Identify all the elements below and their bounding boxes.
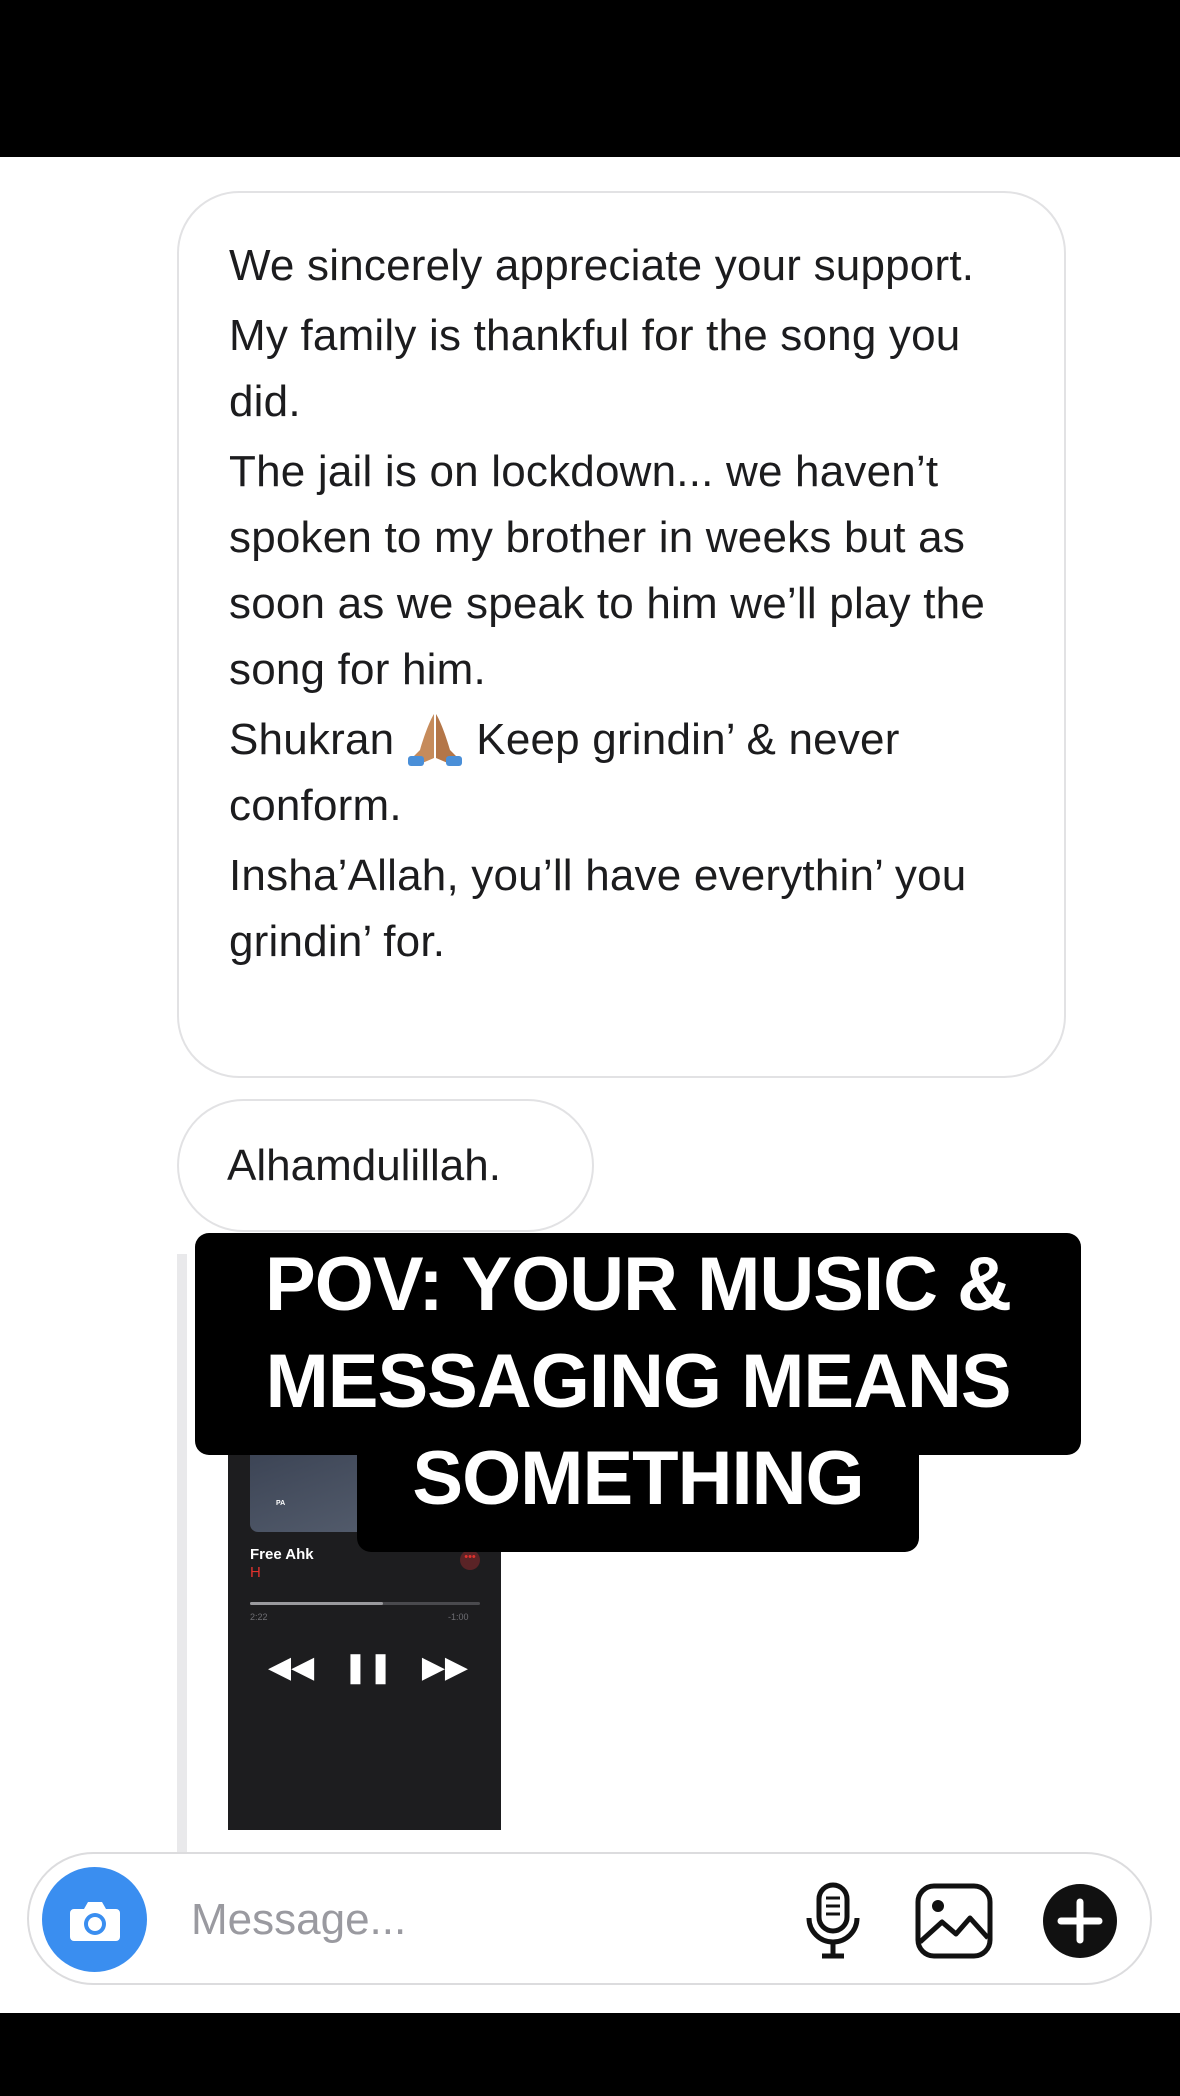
message-line: We sincerely appreciate your support. bbox=[229, 241, 975, 290]
message-bubble[interactable]: We sincerely appreciate your support. My… bbox=[177, 191, 1066, 1078]
album-art: STREET GOSPEL PA bbox=[250, 1310, 480, 1532]
camera-button[interactable] bbox=[42, 1867, 147, 1972]
chat-thread[interactable]: We sincerely appreciate your support. My… bbox=[0, 157, 1180, 2013]
cross-icon bbox=[301, 1360, 323, 1396]
playback-progress bbox=[250, 1602, 480, 1605]
album-art-text: STREET GOSPEL bbox=[280, 1418, 416, 1429]
plus-icon[interactable] bbox=[1041, 1882, 1119, 1960]
folded-hands-emoji-icon bbox=[408, 714, 463, 766]
song-title: Free Ahk bbox=[250, 1546, 314, 1563]
parental-advisory-badge: PA bbox=[276, 1500, 286, 1507]
camera-icon bbox=[69, 1901, 120, 1941]
rewind-icon: ◀◀ bbox=[268, 1651, 315, 1684]
message-composer bbox=[27, 1852, 1152, 1985]
playback-controls: ◀◀ ❚❚ ▶▶ bbox=[268, 1650, 468, 1685]
message-text: Alhamdulillah. bbox=[227, 1140, 501, 1190]
fast-forward-icon: ▶▶ bbox=[421, 1651, 468, 1684]
shared-screenshot[interactable]: STREET GOSPEL PA Free Ahk H ••• 2:22 -1:… bbox=[228, 1290, 501, 1830]
pause-icon: ❚❚ bbox=[342, 1651, 394, 1684]
message-text: Shukran bbox=[229, 715, 395, 764]
more-options-icon: ••• bbox=[460, 1550, 480, 1570]
message-line: My family is thankful for the song you d… bbox=[229, 311, 961, 426]
song-artist: H bbox=[250, 1564, 261, 1581]
microphone-icon[interactable] bbox=[802, 1882, 864, 1960]
time-elapsed: 2:22 bbox=[250, 1612, 268, 1622]
time-remaining: -1:00 bbox=[448, 1612, 469, 1622]
home-indicator-area bbox=[0, 2013, 1180, 2096]
gallery-icon[interactable] bbox=[914, 1882, 994, 1960]
status-bar bbox=[0, 0, 1180, 157]
message-line-with-emoji: Shukran Keep grindin’ & never conform. bbox=[229, 707, 1016, 839]
progress-fill bbox=[250, 1602, 384, 1605]
message-input[interactable] bbox=[191, 1888, 771, 1952]
message-line: Insha’Allah, you’ll have everythin’ you … bbox=[229, 851, 967, 966]
message-line: The jail is on lockdown... we haven’t sp… bbox=[229, 447, 985, 694]
message-bubble[interactable]: Alhamdulillah. bbox=[177, 1099, 594, 1232]
